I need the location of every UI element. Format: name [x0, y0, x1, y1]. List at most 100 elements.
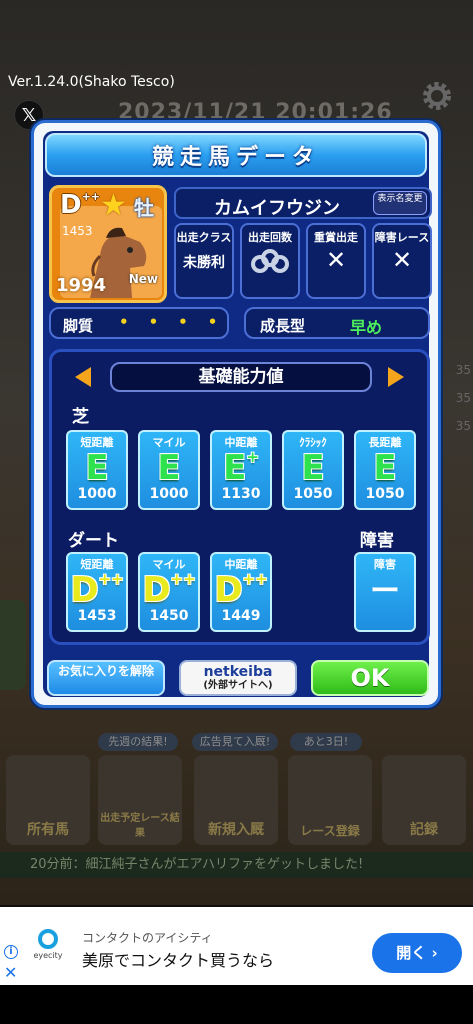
- stat-hurdle-race: 障害レース ✕: [372, 223, 432, 299]
- netkeiba-button[interactable]: netkeiba (外部サイトへ): [179, 660, 297, 696]
- chevron-right-icon: ›: [431, 944, 438, 962]
- gear-icon[interactable]: [421, 80, 453, 112]
- stat-value: 未勝利: [183, 255, 225, 271]
- version-label: Ver.1.24.0(Shako Tesco): [8, 74, 175, 90]
- stat-label: 重賞出走: [314, 231, 358, 244]
- grade-dash: ー: [370, 574, 400, 609]
- grade-label: 障害: [374, 558, 396, 571]
- background-side-number: 35: [455, 419, 471, 433]
- ad-info-icon[interactable]: i: [4, 945, 18, 959]
- grade-value: 1450: [149, 608, 189, 624]
- background-news-ticker: 20分前：細江純子さんがエアハリファをゲットしました!: [0, 852, 473, 878]
- ad-banner[interactable]: i ✕ eyecity コンタクトのアイシティ 美原でコンタクト買うなら 開く …: [0, 907, 473, 985]
- background-card-label: 記録: [410, 822, 438, 838]
- grade-letter: E+: [212, 448, 270, 488]
- home-indicator-bar: [0, 985, 473, 1024]
- turf-classic-grade: ｸﾗｼｯｸ E 1050: [282, 430, 344, 510]
- horseshoe-icon: [251, 249, 289, 273]
- stat-label: 出走クラス: [176, 231, 232, 244]
- background-side-number: 35: [455, 363, 471, 377]
- star-icon: ★: [100, 188, 127, 223]
- grade-letter-text: E: [223, 448, 247, 488]
- grade-value: 1000: [77, 486, 117, 502]
- grade-letter-text: E: [157, 448, 181, 488]
- grade-letter-text: D: [70, 570, 99, 610]
- horse-sex: 牡: [134, 196, 154, 220]
- ad-subtitle: コンタクトのアイシティ: [82, 931, 213, 945]
- ad-open-button[interactable]: 開く ›: [372, 933, 462, 973]
- ability-title-bar: 基礎能力値: [110, 362, 372, 392]
- horse-rank-letter: D: [60, 190, 82, 220]
- background-ribbon: あと3日!: [290, 733, 362, 751]
- grade-letter-text: D: [142, 570, 171, 610]
- background-card-label: 新規入厩: [208, 822, 264, 838]
- netkeiba-title: netkeiba: [203, 664, 273, 680]
- ok-button[interactable]: OK: [311, 660, 429, 696]
- horse-name-bar: カムイフウジン 表示名変更: [174, 187, 432, 219]
- horse-rank-suffix: ++: [81, 190, 101, 203]
- grade-suffix: ++: [170, 570, 196, 588]
- horse-card: D++ ★ 牡 1453 1994 New: [49, 185, 167, 303]
- background-card-new-horse[interactable]: 新規入厩: [194, 755, 278, 845]
- background-card-owned[interactable]: 所有馬: [6, 755, 90, 845]
- ad-logo: eyecity: [30, 929, 66, 960]
- arrow-right-icon[interactable]: [388, 367, 404, 387]
- background-card-race-results[interactable]: 出走予定レース結果: [98, 755, 182, 845]
- grade-letter: D++: [212, 570, 270, 609]
- background-card-label: 出走予定レース結果: [100, 813, 180, 839]
- unfavorite-button[interactable]: お気に入りを解除: [47, 660, 165, 696]
- grade-value: 1000: [149, 486, 189, 502]
- growth-type-pill: 成長型 早め: [244, 307, 430, 339]
- dirt-label: ダート: [68, 531, 119, 551]
- grade-suffix: ++: [98, 570, 124, 588]
- ability-title: 基礎能力値: [198, 367, 284, 387]
- running-style-label: 脚質: [63, 317, 94, 335]
- netkeiba-subtitle: (外部サイトへ): [203, 680, 273, 691]
- grade-letter: E: [356, 450, 414, 486]
- ad-open-label: 開く: [396, 944, 427, 962]
- grade-letter-text: E: [301, 448, 325, 488]
- background-card-records[interactable]: 記録: [382, 755, 466, 845]
- arrow-left-icon[interactable]: [75, 367, 91, 387]
- grade-suffix: +: [246, 448, 259, 466]
- dialog-title-bar: 競走馬データ: [45, 133, 427, 177]
- horse-year: 1994: [56, 275, 107, 296]
- grade-letter: D++: [140, 570, 198, 610]
- horse-name: カムイフウジン: [214, 198, 340, 219]
- grade-value: 1050: [365, 486, 405, 502]
- background-side-number: 35: [455, 391, 471, 405]
- hurdle-grade: 障害 ー: [354, 552, 416, 632]
- grade-letter: D++: [68, 570, 126, 610]
- dialog-body: 競走馬データ D++ ★ 牡 1453 1994 New カムイフウジン 表示名…: [43, 131, 432, 697]
- stat-value: ✕: [391, 246, 413, 274]
- dialog-title: 競走馬データ: [151, 145, 320, 170]
- running-style-dots: ••••: [119, 313, 238, 331]
- turf-middle-grade: 中距離 E+ 1130: [210, 430, 272, 510]
- turf-sprint-grade: 短距離 E 1000: [66, 430, 128, 510]
- background-card-label: レース登録: [300, 824, 360, 838]
- dirt-sprint-grade: 短距離 D++ 1453: [66, 552, 128, 632]
- grade-value: 1449: [221, 608, 261, 624]
- background-side-tab: [0, 600, 26, 690]
- grade-letter-text: E: [373, 448, 397, 488]
- background-ribbon: 先週の結果!: [98, 733, 178, 751]
- turf-mile-grade: マイル E 1000: [138, 430, 200, 510]
- ability-panel: 基礎能力値 芝 短距離 E 1000 マイル E 1000 中距離 E+ 113…: [49, 349, 430, 645]
- stat-label: 出走回数: [248, 231, 292, 244]
- grade-suffix: ++: [242, 570, 268, 588]
- running-style-pill: 脚質 ••••: [49, 307, 229, 339]
- ad-close-icon[interactable]: ✕: [4, 963, 17, 982]
- background-ribbon: 広告見て入厩!: [192, 733, 278, 751]
- stat-value: ✕: [325, 246, 347, 274]
- background-card-label: 所有馬: [27, 822, 69, 838]
- rename-button[interactable]: 表示名変更: [373, 191, 427, 215]
- background-card-race-entry[interactable]: レース登録: [288, 755, 372, 845]
- horse-rank: D++: [60, 190, 100, 220]
- horse-small-number: 1453: [62, 224, 93, 238]
- turf-long-grade: 長距離 E 1050: [354, 430, 416, 510]
- ad-brand: eyecity: [33, 951, 63, 960]
- grade-value: 1453: [77, 608, 117, 624]
- turf-label: 芝: [72, 407, 89, 427]
- ad-headline: 美原でコンタクト買うなら: [82, 951, 275, 970]
- dirt-mile-grade: マイル D++ 1450: [138, 552, 200, 632]
